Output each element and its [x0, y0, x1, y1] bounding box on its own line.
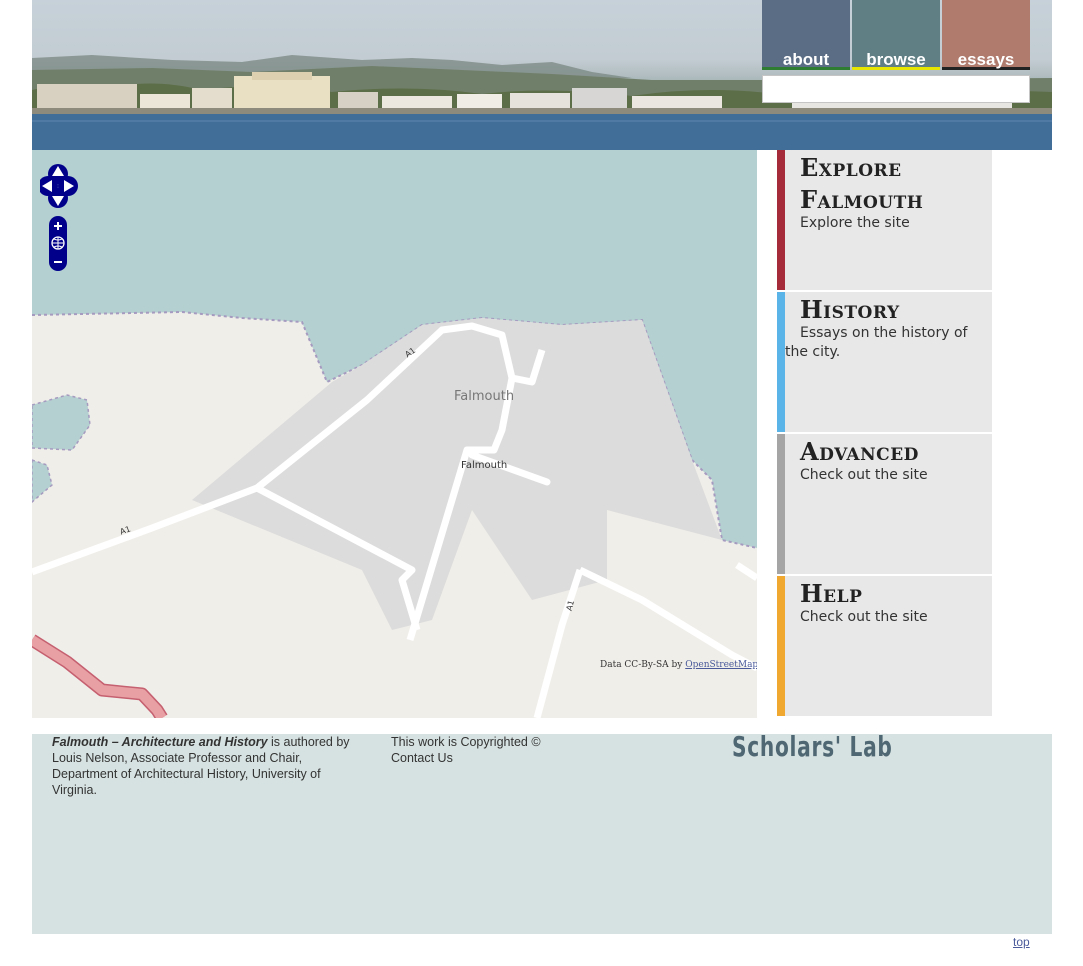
panel-title: Help	[800, 579, 863, 608]
panel-color-bar	[777, 150, 785, 290]
town-label: Falmouth	[454, 389, 515, 404]
panel-description: Essays on the history of the city.	[785, 325, 968, 360]
panel-description: Explore the site	[800, 215, 910, 231]
zoom-world-icon[interactable]	[51, 236, 65, 250]
map-tiles	[32, 150, 757, 718]
zoom-out-icon[interactable]	[54, 261, 62, 263]
nav-tab-label: essays	[957, 50, 1015, 69]
panel-color-bar	[777, 576, 785, 716]
panel-description: Check out the site	[800, 467, 928, 483]
footer-copyright-block: This work is Copyrighted © Contact Us	[391, 734, 611, 766]
panel-title: Advanced	[800, 437, 919, 466]
credit-title: Falmouth – Architecture and History	[52, 735, 268, 749]
nav-tab-essays[interactable]: essays	[942, 0, 1030, 70]
nav-tab-label: about	[782, 50, 830, 69]
nav-tab-about[interactable]: about	[762, 0, 850, 70]
panel-history[interactable]: History Essays on the history of the cit…	[777, 292, 992, 432]
nav-tab-browse[interactable]: browse	[852, 0, 940, 70]
panel-description: Check out the site	[800, 609, 928, 625]
footer: Falmouth – Architecture and History is a…	[32, 730, 1052, 934]
search-input[interactable]	[762, 75, 1030, 103]
panel-advanced[interactable]: Advanced Check out the site	[777, 434, 992, 574]
back-to-top-link[interactable]: top	[1013, 935, 1030, 949]
nav-tab-label: browse	[866, 50, 926, 69]
contact-us-link[interactable]: Contact Us	[391, 750, 611, 766]
panel-color-bar	[777, 292, 785, 432]
panel-title: History	[800, 295, 900, 324]
scholars-lab-logo[interactable]: Scholars' Lab	[732, 730, 893, 763]
openstreetmap-link[interactable]: OpenStreetMap	[685, 660, 757, 670]
panel-title: Explore Falmouth	[800, 153, 924, 214]
copyright-text: This work is Copyrighted ©	[391, 735, 541, 749]
panel-help[interactable]: Help Check out the site	[777, 576, 992, 716]
panel-explore-falmouth[interactable]: Explore Falmouth Explore the site	[777, 150, 992, 290]
street-label: Falmouth	[461, 460, 508, 471]
panel-color-bar	[777, 434, 785, 574]
attribution-text: Data CC-By-SA by	[600, 660, 683, 670]
map-attribution: Data CC-By-SA by OpenStreetMap	[600, 660, 757, 670]
footer-credit: Falmouth – Architecture and History is a…	[52, 734, 352, 798]
map-view[interactable]: Falmouth Falmouth A1 A1 A1 Data CC-By-SA…	[32, 150, 757, 718]
